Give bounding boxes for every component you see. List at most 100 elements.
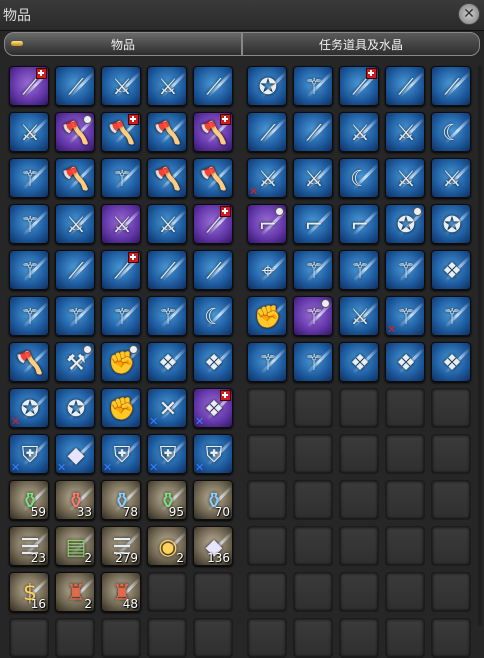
item-slot[interactable]: ⚚: [9, 158, 49, 198]
item-slot[interactable]: ◉ 2: [147, 526, 187, 566]
item-slot[interactable]: ⚔: [55, 204, 95, 244]
item-slot[interactable]: ⚚: [293, 296, 333, 336]
item-slot[interactable]: ⚚: [293, 250, 333, 290]
empty-slot[interactable]: [385, 618, 425, 658]
item-slot[interactable]: ◆ ✕: [55, 434, 95, 474]
item-slot[interactable]: ⚔: [101, 66, 141, 106]
item-slot[interactable]: 🪓: [193, 112, 233, 152]
scrollbar[interactable]: [478, 66, 482, 626]
item-slot[interactable]: ⚚: [101, 296, 141, 336]
item-slot[interactable]: ⚔: [147, 66, 187, 106]
empty-slot[interactable]: [247, 388, 287, 428]
item-slot[interactable]: 🪓: [147, 112, 187, 152]
empty-slot[interactable]: [385, 480, 425, 520]
item-slot[interactable]: ☰ 279: [101, 526, 141, 566]
item-slot[interactable]: ♜ 2: [55, 572, 95, 612]
empty-slot[interactable]: [339, 526, 379, 566]
item-slot[interactable]: 🪓: [147, 158, 187, 198]
item-slot[interactable]: ✊: [101, 388, 141, 428]
item-slot[interactable]: ⚚: [55, 296, 95, 336]
item-slot[interactable]: ⟋: [9, 66, 49, 106]
empty-slot[interactable]: [293, 434, 333, 474]
tab-items[interactable]: 物品: [4, 32, 242, 56]
close-icon[interactable]: ✕: [458, 3, 480, 25]
item-slot[interactable]: ⟋: [385, 66, 425, 106]
empty-slot[interactable]: [339, 388, 379, 428]
empty-slot[interactable]: [385, 572, 425, 612]
item-slot[interactable]: ☾: [431, 112, 471, 152]
item-slot[interactable]: ⚔: [385, 112, 425, 152]
item-slot[interactable]: ❖: [193, 342, 233, 382]
item-slot[interactable]: ⟋: [193, 250, 233, 290]
empty-slot[interactable]: [293, 480, 333, 520]
item-slot[interactable]: ⚚: [9, 204, 49, 244]
item-slot[interactable]: ⚔: [431, 158, 471, 198]
item-slot[interactable]: ⚔ ✕: [247, 158, 287, 198]
item-slot[interactable]: ⚔: [339, 112, 379, 152]
empty-slot[interactable]: [293, 618, 333, 658]
item-slot[interactable]: ⛨ ✕: [101, 434, 141, 474]
item-slot[interactable]: ⚚: [339, 250, 379, 290]
item-slot[interactable]: 🪓: [55, 112, 95, 152]
item-slot[interactable]: ⚚: [9, 296, 49, 336]
item-slot[interactable]: ⛨ ✕: [193, 434, 233, 474]
item-slot[interactable]: ⚚: [147, 296, 187, 336]
item-slot[interactable]: ⟋: [147, 250, 187, 290]
item-slot[interactable]: ⚔: [385, 158, 425, 198]
empty-slot[interactable]: [193, 572, 233, 612]
item-slot[interactable]: ⚔: [147, 204, 187, 244]
item-slot[interactable]: ⟋: [247, 112, 287, 152]
item-slot[interactable]: 🪓: [55, 158, 95, 198]
empty-slot[interactable]: [247, 526, 287, 566]
item-slot[interactable]: ⟋: [339, 66, 379, 106]
empty-slot[interactable]: [147, 618, 187, 658]
empty-slot[interactable]: [431, 618, 471, 658]
item-slot[interactable]: 🪓: [101, 112, 141, 152]
empty-slot[interactable]: [147, 572, 187, 612]
empty-slot[interactable]: [339, 434, 379, 474]
item-slot[interactable]: ⚒: [55, 342, 95, 382]
item-slot[interactable]: ⚱ 33: [55, 480, 95, 520]
item-slot[interactable]: ⚚: [385, 250, 425, 290]
item-slot[interactable]: ❖: [431, 342, 471, 382]
empty-slot[interactable]: [339, 480, 379, 520]
empty-slot[interactable]: [293, 388, 333, 428]
empty-slot[interactable]: [293, 526, 333, 566]
item-slot[interactable]: ⟋: [55, 250, 95, 290]
item-slot[interactable]: ❖: [147, 342, 187, 382]
item-slot[interactable]: ✪: [55, 388, 95, 428]
item-slot[interactable]: ⚚: [431, 296, 471, 336]
item-slot[interactable]: ⟋: [193, 204, 233, 244]
item-slot[interactable]: ⌐: [247, 204, 287, 244]
item-slot[interactable]: ☾: [339, 158, 379, 198]
item-slot[interactable]: ✪ ✕: [9, 388, 49, 428]
item-slot[interactable]: ⚔: [9, 112, 49, 152]
item-slot[interactable]: ❖: [385, 342, 425, 382]
item-slot[interactable]: ☰ 23: [9, 526, 49, 566]
item-slot[interactable]: ❖ ✕: [193, 388, 233, 428]
empty-slot[interactable]: [293, 572, 333, 612]
empty-slot[interactable]: [431, 434, 471, 474]
empty-slot[interactable]: [193, 618, 233, 658]
item-slot[interactable]: ⟋: [55, 66, 95, 106]
item-slot[interactable]: ♜ 48: [101, 572, 141, 612]
empty-slot[interactable]: [431, 480, 471, 520]
item-slot[interactable]: ◆ 136: [193, 526, 233, 566]
item-slot[interactable]: ⚱ 78: [101, 480, 141, 520]
item-slot[interactable]: ▤ 2: [55, 526, 95, 566]
item-slot[interactable]: ⟋: [101, 250, 141, 290]
item-slot[interactable]: ✕ ✕: [147, 388, 187, 428]
empty-slot[interactable]: [385, 388, 425, 428]
item-slot[interactable]: 🪓: [193, 158, 233, 198]
item-slot[interactable]: ⚚: [247, 342, 287, 382]
empty-slot[interactable]: [101, 618, 141, 658]
item-slot[interactable]: ✪: [431, 204, 471, 244]
empty-slot[interactable]: [385, 526, 425, 566]
item-slot[interactable]: ⚚ ✕: [385, 296, 425, 336]
item-slot[interactable]: ⚔: [339, 296, 379, 336]
item-slot[interactable]: ⚚: [101, 158, 141, 198]
item-slot[interactable]: ⛨ ✕: [9, 434, 49, 474]
empty-slot[interactable]: [431, 572, 471, 612]
empty-slot[interactable]: [431, 526, 471, 566]
item-slot[interactable]: ⚔: [101, 204, 141, 244]
